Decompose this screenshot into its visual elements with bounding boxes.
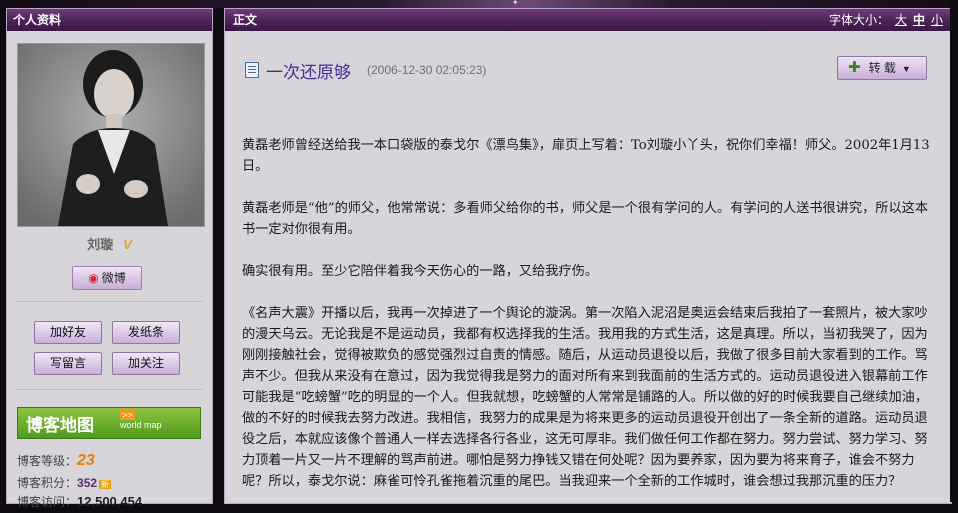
avatar[interactable] [17,43,205,227]
blog-points: 博客积分：352 新 [17,474,112,491]
username[interactable]: 刘璇 V [7,234,212,253]
write-message-button[interactable]: 写留言 [34,352,102,375]
document-icon [245,62,259,78]
divider [17,389,202,390]
plus-icon: ✚ [848,59,861,76]
avatar-photo [18,44,204,226]
paragraph: 确实很有用。至少它陪伴着我今天伤心的一路，又给我疗伤。 [242,264,599,279]
article-body: 黄磊老师曾经送给我一本口袋版的泰戈尔《漂鸟集》，扉页上写着：To刘璇小丫头，祝你… [242,135,932,513]
add-friend-button[interactable]: 加好友 [34,321,102,344]
font-size-selector: 字体大小： 大中小 [829,9,943,31]
blog-level-label: 博客等级： [17,454,78,468]
sparkle-icon: ✦ [512,0,519,7]
paragraph: 黄磊老师是“他”的师父，他常常说：多看师父给你的书，师父是一个很有学问的人。有学… [242,201,929,237]
paragraph: 《名声大震》开播以后，我再一次掉进了一个舆论的漩涡。第一次陷入泥沼是奥运会结束后… [242,306,929,489]
weibo-button-label: 微博 [101,271,126,285]
new-badge: 新 [99,480,112,489]
blog-map-title: 博客地图 [26,416,94,435]
top-decorative-band [0,0,958,8]
blog-visits-label: 博客访问： [17,495,78,509]
username-text[interactable]: 刘璇 [87,237,113,252]
font-size-medium[interactable]: 中 [913,13,925,27]
send-note-button[interactable]: 发纸条 [112,321,180,344]
font-size-label: 字体大小： [828,13,889,27]
paragraph: 黄磊老师曾经送给我一本口袋版的泰戈尔《漂鸟集》，扉页上写着：To刘璇小丫头，祝你… [242,138,930,174]
weibo-button[interactable]: ◉ 微博 [72,266,142,290]
post-title[interactable]: 一次还原够 [266,58,351,83]
arrow-icon: >> [120,410,135,420]
divider [17,301,202,302]
profile-sidebar: 个人资料 刘璇 V ◉ 微博 加好友 发纸条 写留言 加关注 博客地图 >> w… [6,8,213,509]
post-timestamp: (2006-12-30 02:05:23) [367,63,487,77]
weibo-icon: ◉ [88,271,99,285]
article-panel: 正文 字体大小：大中小 一次还原够 (2006-12-30 02:05:23) … [224,8,952,504]
article-header-title: 正文 [233,13,258,27]
repost-button[interactable]: ✚ 转 载 ▼ [837,56,927,80]
repost-label: 转 载 [868,61,896,75]
blog-level: 博客等级：23 [17,452,95,470]
article-header: 正文 字体大小： 大中小 [225,9,951,31]
blog-points-label: 博客积分： [17,476,78,490]
sidebar-header: 个人资料 [7,9,212,31]
blog-map-banner[interactable]: 博客地图 >> world map [17,407,201,439]
blog-level-value: 23 [77,452,95,469]
verified-icon: V [123,237,132,252]
font-size-small[interactable]: 小 [931,13,943,27]
blog-points-value: 352 [77,476,98,490]
blog-map-subtitle: world map [120,420,162,430]
scrollbar[interactable] [950,0,958,502]
font-size-large[interactable]: 大 [895,13,907,27]
chevron-down-icon: ▼ [901,64,911,74]
follow-button[interactable]: 加关注 [112,352,180,375]
